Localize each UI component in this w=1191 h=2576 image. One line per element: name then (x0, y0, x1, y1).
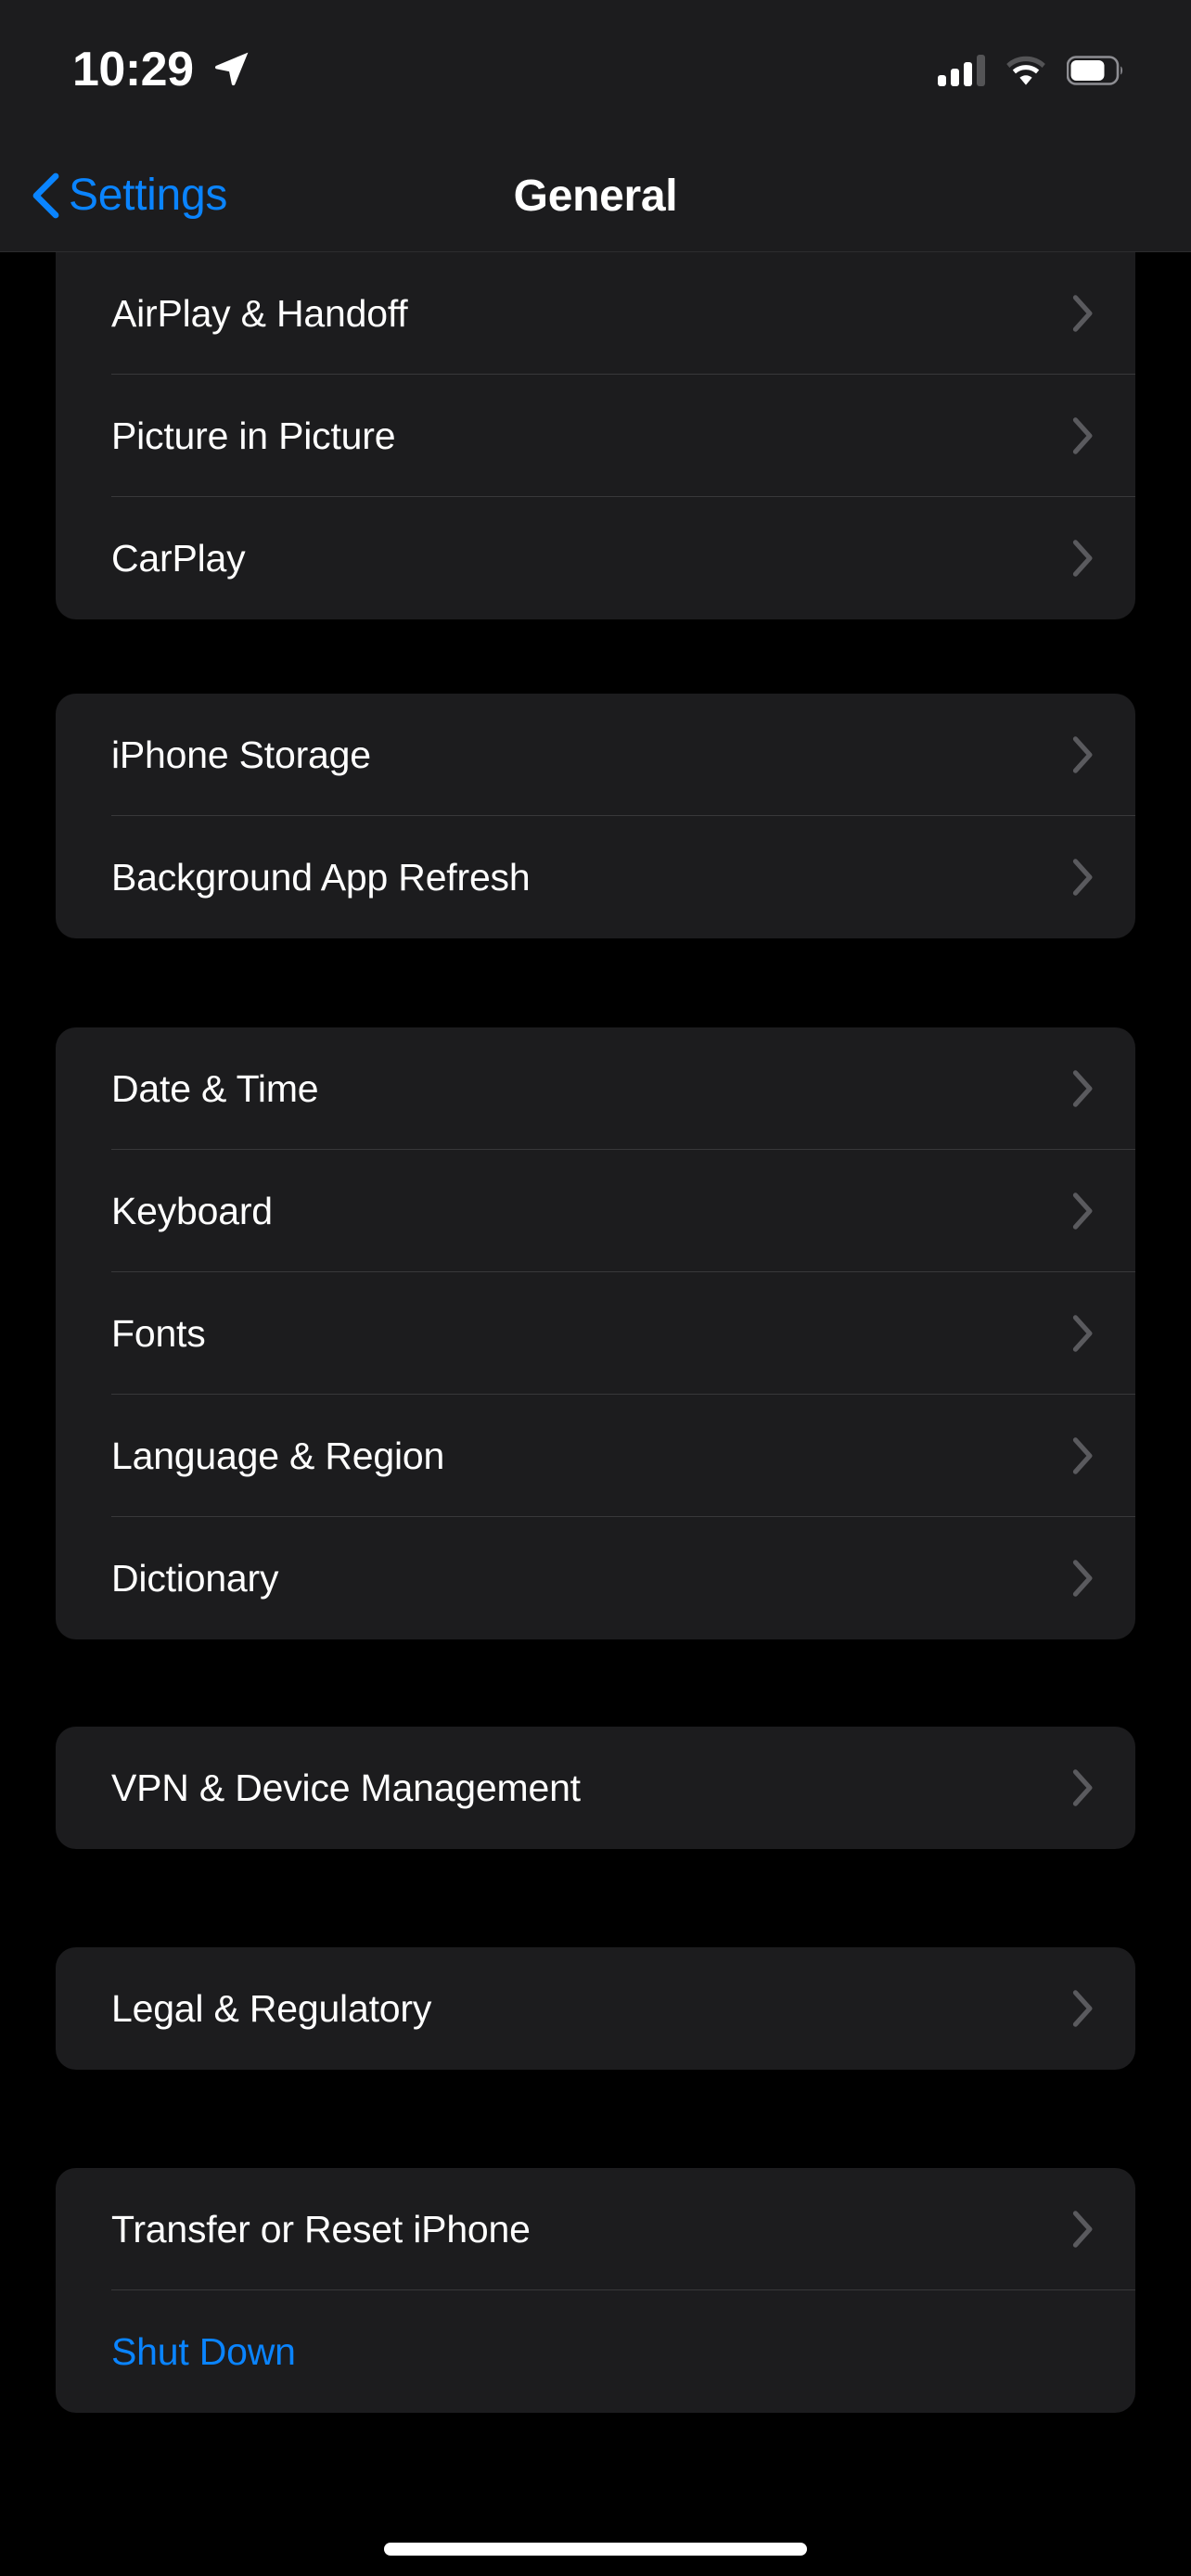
chevron-right-icon (1072, 736, 1093, 773)
group-localization: Date & Time Keyboard Fonts Language & Regio… (56, 1027, 1135, 1639)
chevron-right-icon (1072, 2211, 1093, 2248)
settings-row-language-and-region[interactable]: Language & Region (56, 1395, 1135, 1517)
location-arrow-icon (215, 52, 249, 86)
chevron-right-icon (1072, 1192, 1093, 1230)
home-indicator[interactable] (384, 2543, 807, 2556)
chevron-right-icon (1072, 1560, 1093, 1597)
settings-row-label: iPhone Storage (111, 733, 371, 776)
settings-row-transfer-or-reset-iphone[interactable]: Transfer or Reset iPhone (56, 2168, 1135, 2290)
chevron-right-icon (1072, 1769, 1093, 1806)
settings-row-label: Date & Time (111, 1067, 319, 1110)
settings-row-label: Dictionary (111, 1557, 279, 1600)
settings-row-keyboard[interactable]: Keyboard (56, 1150, 1135, 1272)
settings-row-iphone-storage[interactable]: iPhone Storage (56, 694, 1135, 816)
back-button[interactable]: Settings (30, 139, 227, 252)
settings-row-label: AirPlay & Handoff (111, 292, 408, 335)
settings-row-label: Picture in Picture (111, 414, 396, 457)
settings-row-label: Background App Refresh (111, 856, 531, 899)
chevron-placeholder (1072, 2332, 1095, 2371)
settings-row-airplay-and-handoff[interactable]: AirPlay & Handoff (56, 252, 1135, 375)
settings-row-label: CarPlay (111, 537, 246, 580)
status-bar: 10:29 (0, 0, 1191, 139)
settings-row-label: Keyboard (111, 1190, 273, 1232)
settings-row-label: VPN & Device Management (111, 1766, 581, 1809)
battery-icon (1067, 56, 1122, 85)
wifi-icon (1006, 56, 1045, 85)
navigation-bar: Settings General (0, 139, 1191, 252)
settings-row-fonts[interactable]: Fonts (56, 1272, 1135, 1395)
chevron-right-icon (1072, 295, 1093, 332)
status-bar-indicators (938, 50, 1124, 91)
settings-row-vpn-and-device-management[interactable]: VPN & Device Management (56, 1727, 1135, 1849)
chevron-right-icon (1072, 1070, 1093, 1107)
settings-list-scroll-area[interactable]: AirPlay & Handoff Picture in Picture CarPl… (0, 252, 1191, 2576)
settings-row-shut-down[interactable]: Shut Down (56, 2290, 1135, 2413)
settings-row-background-app-refresh[interactable]: Background App Refresh (56, 816, 1135, 938)
settings-row-dictionary[interactable]: Dictionary (56, 1517, 1135, 1639)
chevron-right-icon (1072, 859, 1093, 896)
settings-row-carplay[interactable]: CarPlay (56, 497, 1135, 619)
settings-row-label: Language & Region (111, 1435, 445, 1477)
settings-row-label: Shut Down (111, 2330, 296, 2373)
chevron-left-icon (32, 172, 59, 219)
chevron-right-icon (1072, 1990, 1093, 2027)
group-media: AirPlay & Handoff Picture in Picture CarPl… (56, 252, 1135, 619)
chevron-right-icon (1072, 1437, 1093, 1474)
back-button-label: Settings (69, 171, 228, 220)
settings-row-label: Fonts (111, 1312, 206, 1355)
cellular-signal-icon (938, 55, 985, 86)
settings-row-picture-in-picture[interactable]: Picture in Picture (56, 375, 1135, 497)
iphone-settings-general-screen: 10:29 Settings General AirPlay & Handoff… (0, 0, 1191, 2576)
settings-row-label: Transfer or Reset iPhone (111, 2208, 531, 2251)
settings-row-date-and-time[interactable]: Date & Time (56, 1027, 1135, 1150)
settings-row-legal-and-regulatory[interactable]: Legal & Regulatory (56, 1947, 1135, 2070)
group-reset: Transfer or Reset iPhone Shut Down (56, 2168, 1135, 2413)
group-legal: Legal & Regulatory (56, 1947, 1135, 2070)
chevron-right-icon (1072, 1315, 1093, 1352)
settings-row-label: Legal & Regulatory (111, 1987, 432, 2030)
chevron-right-icon (1072, 540, 1093, 577)
group-storage: iPhone Storage Background App Refresh (56, 694, 1135, 938)
chevron-right-icon (1072, 417, 1093, 454)
group-management: VPN & Device Management (56, 1727, 1135, 1849)
status-bar-clock: 10:29 (72, 43, 194, 96)
